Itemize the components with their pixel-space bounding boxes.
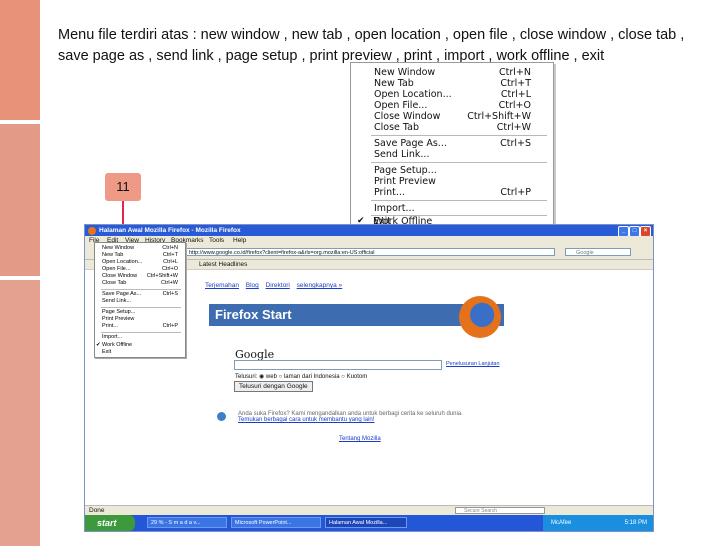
search-box[interactable]: Google (565, 248, 631, 256)
search-scope-radios: Telusuri: ◉ web ○ laman dari Indonesia ○… (235, 374, 368, 380)
checkmark-icon: ✔ (96, 342, 101, 348)
small-menu-save-page-as[interactable]: Save Page As... Ctrl+S (95, 291, 183, 298)
mcafee-icon: McAfee (551, 520, 572, 526)
taskbar-item-powerpoint[interactable]: Microsoft PowerPoint... (231, 517, 321, 528)
menu-item-print[interactable]: Print... Ctrl+P (351, 187, 551, 198)
small-menu-send-link[interactable]: Send Link... (95, 298, 183, 305)
radio-indonesia[interactable]: laman dari Indonesia (284, 374, 340, 380)
menu-item-print-preview[interactable]: Print Preview (351, 176, 551, 187)
firefox-small-icon (88, 227, 96, 235)
small-menu-new-tab[interactable]: New Tab Ctrl+T (95, 252, 183, 259)
small-menu-open-location[interactable]: Open Location... Ctrl+L (95, 259, 183, 266)
url-bar[interactable]: http://www.google.co.id/firefox?client=f… (180, 248, 555, 256)
menu-item-page-setup[interactable]: Page Setup... (351, 165, 551, 176)
menu-item-new-window[interactable]: New Window Ctrl+N (351, 67, 551, 78)
google-search-button[interactable]: Telusuri dengan Google (234, 381, 313, 392)
system-tray: McAfee 5:18 PM (543, 515, 653, 531)
menu-separator (101, 332, 181, 333)
google-links: Terjemahan Blog Direktori selengkapnya » (205, 282, 347, 289)
menu-item-open-location[interactable]: Open Location... Ctrl+L (351, 89, 551, 100)
menu-separator (371, 135, 547, 136)
small-menu-exit[interactable]: Exit (95, 349, 183, 356)
link-more[interactable]: selengkapnya » (297, 282, 343, 289)
file-menu-small: New Window Ctrl+N New Tab Ctrl+T Open Loca… (94, 242, 186, 358)
link-terjemahan[interactable]: Terjemahan (205, 282, 239, 289)
status-bar: Done Secure Search (85, 505, 653, 515)
menu-item-import[interactable]: Import... (351, 203, 551, 214)
menu-separator (371, 200, 547, 201)
promo-link[interactable]: Temukan berbagai cara untuk membantu yan… (238, 417, 528, 423)
about-mozilla-link[interactable]: Tentang Mozilla (339, 436, 381, 442)
google-search-input[interactable] (234, 360, 442, 370)
slide-description: Menu file terdiri atas : new window , ne… (58, 27, 685, 64)
menubar-help[interactable]: Help (233, 236, 246, 245)
menu-item-close-window[interactable]: Close Window Ctrl+Shift+W (351, 111, 551, 122)
small-menu-new-window[interactable]: New Window Ctrl+N (95, 245, 183, 252)
radio-kuotom[interactable]: Kuotom (347, 374, 368, 380)
taskbar-item-firefox[interactable]: Halaman Awal Mozilla... (325, 517, 407, 528)
menubar-tools[interactable]: Tools (209, 236, 224, 245)
globe-icon (217, 412, 226, 421)
menu-separator (371, 162, 547, 163)
start-button[interactable]: start (85, 515, 135, 531)
small-menu-page-setup[interactable]: Page Setup... (95, 309, 183, 316)
radio-web[interactable]: web (266, 374, 277, 380)
menu-item-send-link[interactable]: Send Link... (351, 149, 551, 160)
file-menu-large: New Window Ctrl+N New Tab Ctrl+T Open Loca… (350, 62, 554, 230)
browser-titlebar: Halaman Awal Mozilla Firefox - Mozilla F… (85, 225, 653, 237)
menu-item-open-file[interactable]: Open File... Ctrl+O (351, 100, 551, 111)
menu-separator (101, 289, 181, 290)
small-menu-print-preview[interactable]: Print Preview (95, 316, 183, 323)
accent-bar-bottom (0, 280, 40, 546)
bookmark-latest-headlines[interactable]: Latest Headlines (199, 260, 247, 269)
status-search-box[interactable]: Secure Search (455, 507, 545, 514)
accent-bar-top (0, 0, 40, 120)
small-menu-open-file[interactable]: Open File... Ctrl+O (95, 266, 183, 273)
firefox-logo (459, 296, 501, 338)
step-number-callout: 11 (105, 173, 141, 201)
small-menu-work-offline[interactable]: ✔ Work Offline (95, 342, 183, 349)
taskbar-item-smadav[interactable]: 29 % - S m a d a v... (147, 517, 227, 528)
menu-item-new-tab[interactable]: New Tab Ctrl+T (351, 78, 551, 89)
menu-item-save-page-as[interactable]: Save Page As... Ctrl+S (351, 138, 551, 149)
advanced-search-link[interactable]: Penelusuran Lanjutan (446, 361, 500, 367)
menu-item-close-tab[interactable]: Close Tab Ctrl+W (351, 122, 551, 133)
accent-bar-middle (0, 124, 40, 276)
status-text: Done (89, 507, 105, 514)
link-direktori[interactable]: Direktori (266, 282, 290, 289)
small-menu-import[interactable]: Import... (95, 334, 183, 341)
small-menu-close-window[interactable]: Close Window Ctrl+Shift+W (95, 273, 183, 280)
browser-title: Halaman Awal Mozilla Firefox - Mozilla F… (99, 227, 241, 234)
promo-text: Anda suka Firefox? Kami mengandalkan and… (238, 411, 528, 423)
clock: 5:18 PM (624, 520, 647, 526)
menu-separator (101, 307, 181, 308)
windows-taskbar: start 29 % - S m a d a v... Microsoft Po… (85, 515, 653, 531)
small-menu-close-tab[interactable]: Close Tab Ctrl+W (95, 280, 183, 287)
link-blog[interactable]: Blog (246, 282, 259, 289)
small-menu-print[interactable]: Print... Ctrl+P (95, 323, 183, 330)
